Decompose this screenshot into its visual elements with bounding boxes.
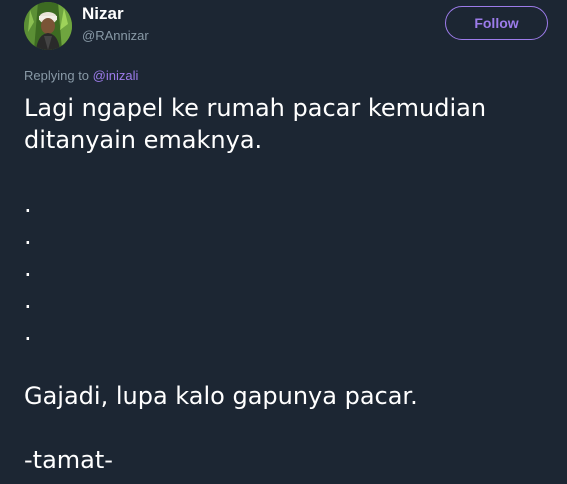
- reply-mention-link[interactable]: @inizali: [93, 68, 139, 83]
- tweet-text-line: Gajadi, lupa kalo gapunya pacar.: [24, 382, 418, 410]
- tweet-text-line: .: [24, 318, 32, 346]
- tweet-text-line: .: [24, 286, 32, 314]
- follow-button[interactable]: Follow: [445, 6, 548, 40]
- reply-context: Replying to @inizali: [24, 68, 138, 83]
- avatar-image: [24, 2, 72, 50]
- tweet-text-line: .: [24, 190, 32, 218]
- tweet-text-line: ditanyain emaknya.: [24, 126, 263, 154]
- tweet-text-line: -tamat-: [24, 446, 113, 474]
- tweet-text: Lagi ngapel ke rumah pacar kemudian dita…: [24, 92, 554, 476]
- tweet-text-line: .: [24, 222, 32, 250]
- tweet-text-line: Lagi ngapel ke rumah pacar kemudian: [24, 94, 487, 122]
- reply-context-label: Replying to: [24, 68, 93, 83]
- tweet-text-line: [24, 348, 554, 380]
- tweet-text-line: .: [24, 254, 32, 282]
- avatar[interactable]: [24, 2, 72, 50]
- tweet-text-line: [24, 156, 554, 188]
- tweet-card: Nizar @RAnnizar Follow Replying to @iniz…: [0, 0, 567, 484]
- tweet-text-line: [24, 412, 554, 444]
- user-handle[interactable]: @RAnnizar: [82, 28, 149, 43]
- display-name[interactable]: Nizar: [82, 4, 124, 24]
